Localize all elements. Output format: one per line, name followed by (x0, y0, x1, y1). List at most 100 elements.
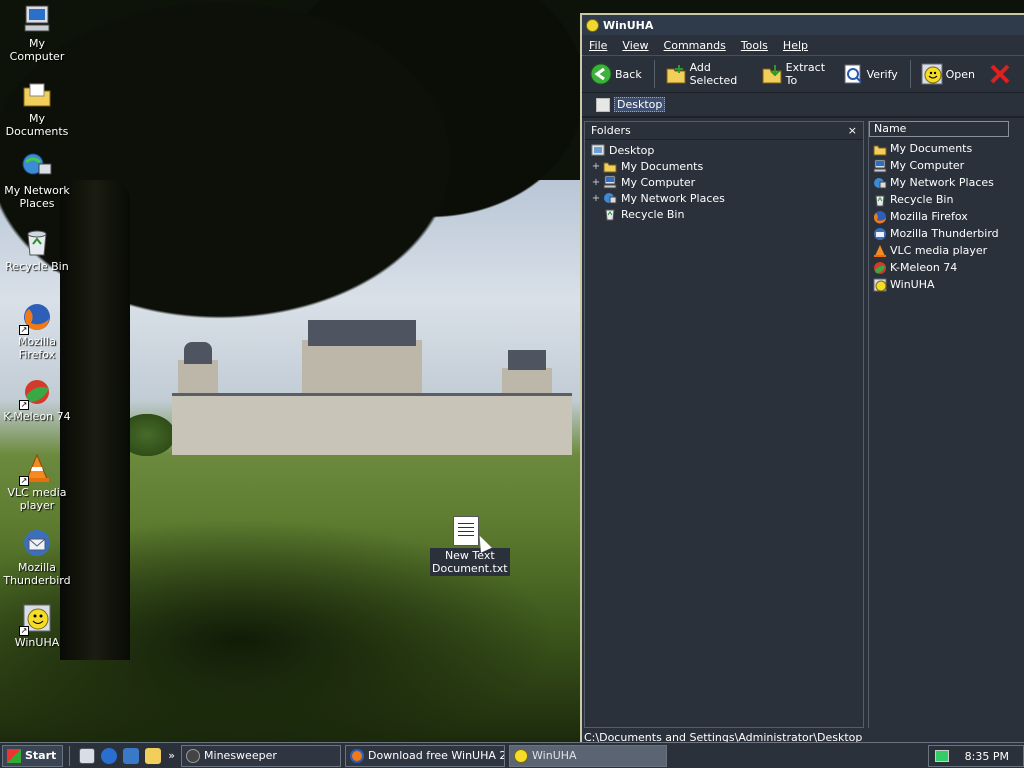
verify-magnifier-icon (842, 63, 864, 85)
file-list: My Documents My Computer My Network Plac… (869, 137, 1024, 293)
network-icon (603, 191, 617, 205)
firefox-icon: ↗ (19, 301, 53, 335)
network-icon (21, 150, 53, 182)
close-x-icon (989, 63, 1011, 85)
address-text[interactable]: Desktop (614, 97, 666, 112)
desktop-icon-my-computer[interactable]: My Computer (0, 3, 74, 63)
tree-item-my-network-places[interactable]: + My Network Places (585, 190, 863, 206)
folders-header: Folders × (585, 122, 863, 140)
file-row[interactable]: My Computer (869, 157, 1024, 174)
task-label: Download free WinUHA 2... (368, 749, 506, 762)
expand-icon[interactable]: + (591, 161, 601, 172)
toolbar-separator (653, 60, 655, 88)
explorer-icon[interactable] (145, 747, 162, 764)
extract-to-button[interactable]: Extract To (759, 59, 830, 89)
dragged-file-label-line2: Document.txt (432, 562, 508, 575)
thunderbird-icon (21, 527, 53, 559)
file-row[interactable]: VLC media player (869, 242, 1024, 259)
desktop-icon-my-documents[interactable]: My Documents (0, 78, 74, 138)
file-row[interactable]: Mozilla Firefox (869, 208, 1024, 225)
file-row[interactable]: K-Meleon 74 (869, 259, 1024, 276)
quick-launch-more-icon[interactable]: » (168, 749, 175, 762)
computer-icon (603, 175, 617, 189)
folder-documents-icon (21, 78, 53, 110)
minesweeper-icon (186, 748, 201, 763)
folder-documents-icon (603, 159, 617, 173)
tree-item-recycle-bin[interactable]: Recycle Bin (585, 206, 863, 222)
desktop-icon-recycle-bin[interactable]: Recycle Bin (0, 226, 74, 273)
open-button[interactable]: Open (919, 59, 977, 89)
winuha-icon (514, 748, 529, 763)
close-archive-button[interactable] (987, 59, 1016, 89)
task-button-firefox[interactable]: Download free WinUHA 2... (345, 744, 506, 767)
verify-label: Verify (866, 67, 898, 81)
desktop-icon-my-network-places[interactable]: My Network Places (0, 150, 74, 210)
tree-item-label: My Network Places (621, 191, 725, 205)
tree-item-label: My Computer (621, 175, 696, 189)
outlook-express-icon[interactable] (123, 747, 140, 764)
firefox-icon (873, 210, 887, 224)
tree-item-label: Desktop (609, 143, 655, 157)
winuha-app-icon (586, 18, 599, 32)
start-button[interactable]: Start (2, 744, 64, 767)
file-row[interactable]: Recycle Bin (869, 191, 1024, 208)
file-name: My Documents (890, 142, 973, 155)
address-bar[interactable]: Desktop (582, 93, 1024, 118)
computer-icon (21, 3, 53, 35)
expand-icon[interactable]: + (591, 193, 601, 204)
task-label: Minesweeper (204, 749, 277, 762)
desktop-icon-mozilla-firefox[interactable]: ↗ Mozilla Firefox (0, 301, 74, 361)
task-button-winuha[interactable]: WinUHA (509, 744, 668, 767)
menu-view[interactable]: View (622, 39, 648, 52)
file-name: Recycle Bin (890, 193, 954, 206)
file-row[interactable]: My Documents (869, 140, 1024, 157)
winuha-icon (873, 278, 887, 292)
tree-item-my-computer[interactable]: + My Computer (585, 174, 863, 190)
desktop-icon-mozilla-thunderbird[interactable]: Mozilla Thunderbird (0, 527, 74, 587)
folders-close-icon[interactable]: × (848, 124, 857, 137)
desktop-icon-label: K-Meleon 74 (3, 410, 71, 423)
task-button-minesweeper[interactable]: Minesweeper (181, 744, 342, 767)
desktop-icon-winuha[interactable]: ↗ WinUHA (0, 602, 74, 649)
file-name: WinUHA (890, 278, 935, 291)
file-name: My Network Places (890, 176, 994, 189)
verify-button[interactable]: Verify (840, 59, 900, 89)
toolbar-separator (909, 60, 911, 88)
back-arrow-icon (590, 63, 612, 85)
show-desktop-icon[interactable] (79, 747, 96, 764)
desktop-icon-k-meleon[interactable]: ↗ K-Meleon 74 (0, 376, 74, 423)
system-tray: 8:35 PM (928, 745, 1024, 767)
thunderbird-icon (873, 227, 887, 241)
tree-item-label: Recycle Bin (621, 207, 685, 221)
desktop-icon-label: Mozilla Firefox (18, 335, 56, 361)
desktop-icon-vlc[interactable]: ↗ VLC media player (0, 452, 74, 512)
file-name: VLC media player (890, 244, 988, 257)
menu-commands[interactable]: Commands (664, 39, 726, 52)
internet-explorer-icon[interactable] (101, 747, 118, 764)
winuha-window[interactable]: WinUHA File View Commands Tools Help Bac… (580, 13, 1024, 744)
menu-file[interactable]: File (589, 39, 607, 52)
clock[interactable]: 8:35 PM (965, 750, 1009, 763)
desktop-icon-label: Recycle Bin (5, 260, 69, 273)
menu-tools[interactable]: Tools (741, 39, 768, 52)
folder-documents-icon (873, 142, 887, 156)
file-row[interactable]: WinUHA (869, 276, 1024, 293)
file-row[interactable]: My Network Places (869, 174, 1024, 191)
menu-help[interactable]: Help (783, 39, 808, 52)
expand-icon[interactable]: + (591, 177, 601, 188)
folders-pane: Folders × Desktop + My Documents + My Co… (584, 121, 864, 728)
extract-to-label: Extract To (785, 61, 826, 87)
tree-item-desktop[interactable]: Desktop (585, 142, 863, 158)
back-button[interactable]: Back (588, 59, 644, 89)
tree-item-my-documents[interactable]: + My Documents (585, 158, 863, 174)
computer-icon (873, 159, 887, 173)
file-row[interactable]: Mozilla Thunderbird (869, 225, 1024, 242)
dragged-file-label: New Text Document.txt (430, 548, 510, 576)
extract-folder-icon (761, 63, 783, 85)
file-name: My Computer (890, 159, 965, 172)
open-smiley-icon (921, 63, 943, 85)
window-titlebar[interactable]: WinUHA (582, 15, 1024, 35)
column-header-name[interactable]: Name (869, 121, 1009, 137)
tray-app-icon[interactable] (935, 750, 949, 762)
add-selected-button[interactable]: Add Selected (663, 59, 749, 89)
